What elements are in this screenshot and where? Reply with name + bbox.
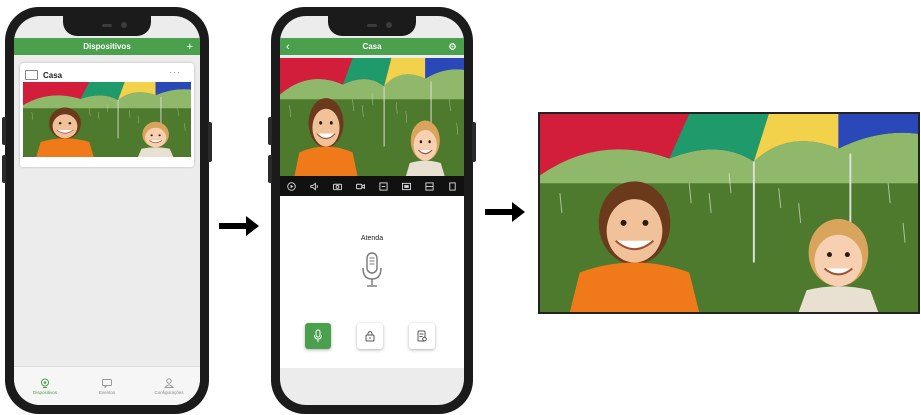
back-button[interactable]: ‹ <box>286 38 290 55</box>
more-options-button[interactable]: ··· <box>169 67 181 77</box>
nav-label: Configurações <box>154 389 184 395</box>
camera-icon <box>41 378 49 388</box>
hd-icon[interactable] <box>402 182 411 191</box>
microphone-icon <box>314 329 322 342</box>
phone-device-list: Dispositivos + Casa ··· Dispositivos Eve… <box>2 7 212 414</box>
live-video-image <box>280 58 464 176</box>
device-card[interactable]: Casa ··· <box>20 63 194 167</box>
video-toolbar <box>280 176 464 196</box>
device-name: Casa <box>43 70 63 80</box>
bottom-nav: Dispositivos Eventos Configurações <box>14 366 200 405</box>
camera-icon[interactable] <box>333 182 342 191</box>
header-bar: Dispositivos + <box>14 38 200 55</box>
lock-icon <box>365 331 375 342</box>
notch <box>328 16 416 36</box>
video-record-icon[interactable] <box>356 182 365 191</box>
unlock-button[interactable] <box>357 323 383 349</box>
header-bar: ‹ Casa <box>280 38 464 55</box>
camera-preview[interactable] <box>23 82 191 157</box>
microphone-icon <box>362 252 382 287</box>
volume-icon[interactable] <box>310 181 319 191</box>
notch <box>63 16 151 36</box>
play-icon[interactable] <box>287 181 296 191</box>
document-icon <box>417 330 427 342</box>
call-panel: Atenda <box>280 196 464 368</box>
screen-icon[interactable] <box>379 181 388 191</box>
nav-item-eventos[interactable]: Eventos <box>76 367 138 405</box>
message-icon <box>102 378 112 388</box>
talk-button[interactable] <box>305 323 331 349</box>
nav-label: Dispositivos <box>32 389 57 395</box>
fullscreen-video-image <box>540 114 918 312</box>
call-label: Atenda <box>360 235 384 242</box>
gear-icon <box>449 43 456 50</box>
camera-preview-image <box>23 82 191 157</box>
nav-label: Eventos <box>98 389 116 395</box>
settings-button[interactable] <box>448 38 457 55</box>
fullscreen-video <box>538 112 920 314</box>
add-device-button[interactable]: + <box>187 38 193 55</box>
screen: Dispositivos + Casa ··· Dispositivos Eve… <box>14 16 200 405</box>
records-button[interactable] <box>409 323 435 349</box>
arrow-right <box>485 202 525 222</box>
device-icon <box>25 70 38 80</box>
live-video[interactable] <box>280 58 464 176</box>
page-title: Dispositivos <box>83 42 131 51</box>
arrow-right <box>219 216 259 236</box>
page-title: Casa <box>362 42 382 51</box>
screen: ‹ Casa Atenda <box>280 16 464 405</box>
nav-item-dispositivos[interactable]: Dispositivos <box>14 367 76 405</box>
phone-live-view: ‹ Casa Atenda <box>268 7 476 414</box>
fullscreen-icon[interactable] <box>448 181 457 191</box>
layout-icon[interactable] <box>425 181 434 191</box>
nav-item-configuracoes[interactable]: Configurações <box>138 367 200 405</box>
user-icon <box>164 377 174 388</box>
device-card-header: Casa ··· <box>25 67 189 81</box>
